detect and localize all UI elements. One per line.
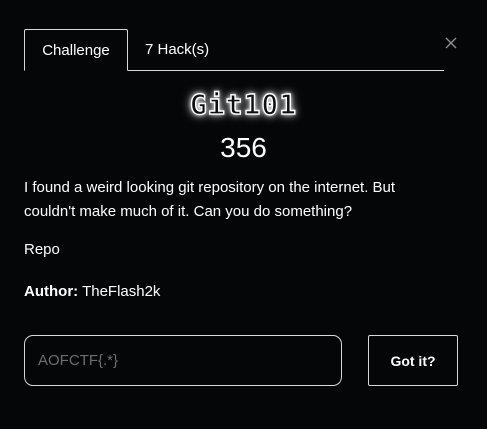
challenge-description: I found a weird looking git repository o…	[24, 179, 396, 220]
tab-challenge[interactable]: Challenge	[24, 29, 128, 71]
author-label: Author:	[24, 283, 79, 300]
close-button[interactable]	[443, 35, 459, 51]
author-line: Author: TheFlash2k	[24, 283, 160, 300]
tab-hacks[interactable]: 7 Hack(s)	[145, 29, 209, 71]
close-icon	[445, 37, 457, 49]
submit-flag-button[interactable]: Got it?	[368, 335, 458, 386]
challenge-tabs: Challenge 7 Hack(s)	[24, 29, 444, 71]
repo-link[interactable]: Repo	[24, 241, 60, 258]
challenge-title: Git101	[189, 87, 298, 121]
challenge-points: 356	[220, 132, 267, 163]
challenge-modal: Challenge 7 Hack(s) Git101 356 I found a…	[0, 0, 487, 429]
author-name: TheFlash2k	[82, 283, 161, 300]
flag-input[interactable]	[24, 335, 342, 386]
